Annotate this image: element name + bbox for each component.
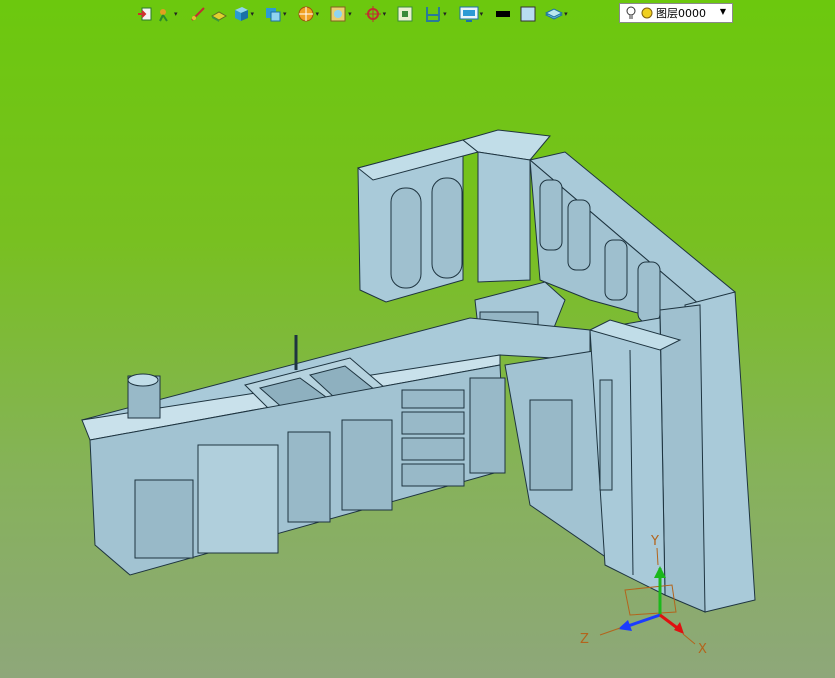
exit-sketch-icon: [138, 7, 152, 21]
snap-point-button[interactable]: ▾: [363, 4, 388, 24]
chevron-down-icon[interactable]: ▾: [348, 10, 352, 18]
line-tool-button[interactable]: [189, 4, 207, 24]
solid-box-button[interactable]: ▾: [231, 4, 256, 24]
chevron-down-icon[interactable]: ▾: [383, 10, 387, 18]
color-black-icon: [496, 11, 511, 17]
extrude-button[interactable]: [209, 4, 229, 24]
chevron-down-icon[interactable]: ▾: [316, 10, 320, 18]
feature-icon: [266, 8, 281, 22]
z-axis-label: Z: [580, 632, 589, 647]
color-black-button[interactable]: [494, 4, 512, 24]
section-button[interactable]: ▾: [423, 4, 448, 24]
exit-sketch-button[interactable]: [136, 4, 154, 24]
solid-box-icon: [234, 7, 248, 21]
feature-button[interactable]: ▾: [263, 4, 288, 24]
line-tool-icon: [190, 7, 205, 21]
render-style-button[interactable]: ▾: [296, 4, 321, 24]
view-orient-icon: [330, 6, 346, 22]
x-axis-label: X: [698, 642, 707, 657]
color-blue-button[interactable]: [518, 4, 538, 24]
chevron-down-icon[interactable]: ▾: [564, 10, 568, 18]
fit-view-button[interactable]: [395, 4, 415, 24]
lightbulb-icon: [626, 6, 636, 19]
display-button[interactable]: ▾: [458, 4, 485, 24]
display-icon: [459, 6, 479, 22]
chevron-down-icon[interactable]: ▾: [174, 10, 178, 18]
view-orient-button[interactable]: ▾: [328, 4, 353, 24]
3d-viewport[interactable]: X Y Z: [0, 0, 835, 678]
extrude-icon: [210, 11, 227, 22]
constraint-button[interactable]: ▾: [156, 4, 179, 24]
view-toolbar: ▾ ▾ ▾ ▾ ▾ ▾ ▾ ▾ ▾: [136, 3, 569, 25]
constraint-icon: [159, 9, 168, 22]
section-icon: [426, 7, 441, 22]
snap-point-icon: [364, 6, 381, 22]
chevron-down-icon[interactable]: ▾: [283, 10, 287, 18]
chevron-down-icon[interactable]: ▾: [480, 10, 484, 18]
layer-select[interactable]: 图层0000 ▼: [619, 3, 733, 23]
layer-state-icon: [641, 7, 653, 19]
layer-shape-button[interactable]: ▾: [544, 4, 569, 24]
chevron-down-icon[interactable]: ▾: [251, 10, 255, 18]
chevron-down-icon[interactable]: ▾: [443, 10, 447, 18]
layer-name: 图层0000: [656, 7, 706, 20]
layer-shape-icon: [545, 8, 564, 20]
y-axis-label: Y: [650, 534, 659, 549]
chevron-down-icon[interactable]: ▼: [720, 7, 726, 16]
color-blue-icon: [520, 6, 536, 22]
fit-view-icon: [397, 6, 413, 22]
render-style-icon: [298, 6, 314, 22]
